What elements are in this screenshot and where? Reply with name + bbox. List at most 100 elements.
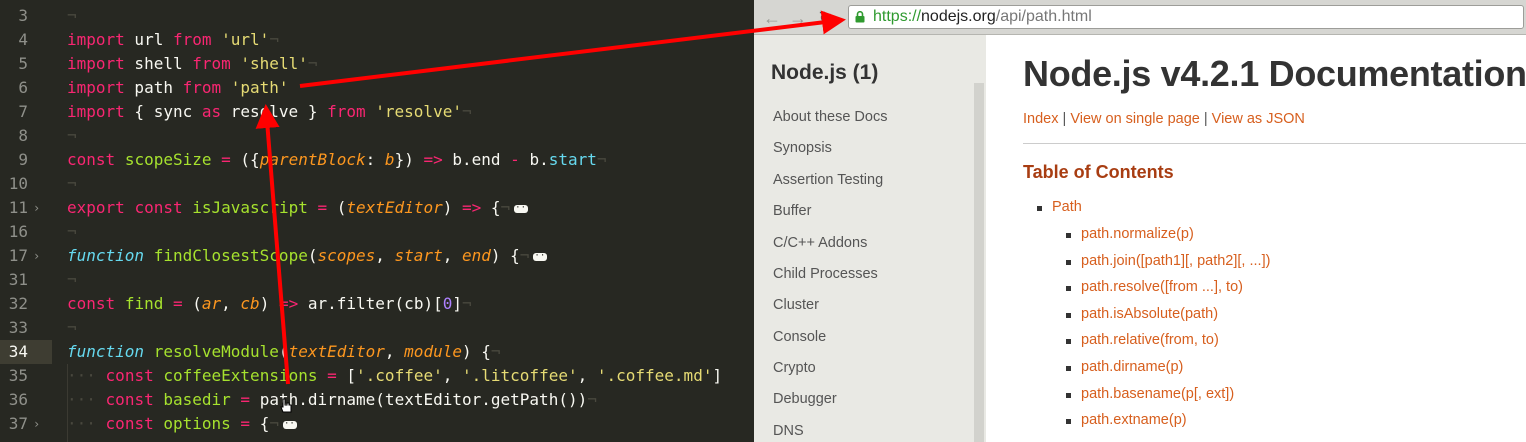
token: b.: [519, 150, 549, 169]
token: ({: [240, 150, 260, 169]
code-line[interactable]: 37 › ··· const options = {¬: [0, 412, 754, 436]
token: findClosestScope: [153, 246, 308, 265]
token: }): [394, 150, 424, 169]
docs-content: Node.js v4.2.1 Documentation Index | Vie…: [986, 35, 1526, 442]
token: =: [230, 390, 260, 409]
sidebar-item-cluster[interactable]: Cluster: [773, 297, 819, 313]
divider: [1023, 143, 1526, 144]
line-number: 7: [18, 102, 28, 121]
code-line[interactable]: 6 import path from 'path': [0, 76, 754, 100]
line-number: 34: [0, 340, 52, 364]
code-line[interactable]: 35 ··· const coffeeExtensions = ['.coffe…: [0, 364, 754, 388]
eol-marker: ¬: [461, 102, 472, 121]
token: -: [510, 150, 520, 169]
code-line[interactable]: 31 ¬: [0, 268, 754, 292]
token: textEditor: [346, 198, 443, 217]
code-line[interactable]: 9 const scopeSize = ({parentBlock: b}) =…: [0, 148, 754, 172]
toc-item[interactable]: path.isAbsolute(path): [1081, 306, 1218, 322]
token: start: [548, 150, 597, 169]
token: cb: [240, 294, 260, 313]
code-line[interactable]: 17 › function findClosestScope(scopes, s…: [0, 244, 754, 268]
code-line[interactable]: 10 ¬: [0, 172, 754, 196]
token: '.coffee': [356, 366, 443, 385]
token: ar.filter(cb)[: [298, 294, 443, 313]
token: const: [105, 390, 154, 409]
toc-item[interactable]: path.basename(p[, ext]): [1081, 386, 1234, 402]
token: ,: [577, 366, 597, 385]
single-page-link[interactable]: View on single page: [1070, 111, 1200, 127]
token: url: [124, 30, 173, 49]
token: import: [67, 78, 125, 97]
token: =>: [423, 150, 443, 169]
toc-item[interactable]: path.extname(p): [1081, 412, 1187, 428]
code-line[interactable]: 4 import url from 'url'¬: [0, 28, 754, 52]
code-line[interactable]: 3 ¬: [0, 4, 754, 28]
sidebar-item-console[interactable]: Console: [773, 329, 826, 345]
token: ): [442, 198, 462, 217]
index-link[interactable]: Index: [1023, 111, 1058, 127]
token: =: [307, 198, 337, 217]
sidebar-item-crypto[interactable]: Crypto: [773, 360, 816, 376]
token: find: [124, 294, 164, 313]
toc-item[interactable]: path.relative(from, to): [1081, 332, 1219, 348]
url-text[interactable]: https://nodejs.org/api/path.html: [873, 6, 1092, 28]
json-link[interactable]: View as JSON: [1212, 111, 1305, 127]
docs-sidebar: Node.js (1) About these Docs Synopsis As…: [754, 35, 986, 442]
token: 'shell': [240, 54, 308, 73]
token: 'resolve': [375, 102, 462, 121]
sidebar-item-addons[interactable]: C/C++ Addons: [773, 235, 867, 251]
sidebar-scrollbar[interactable]: [974, 83, 984, 442]
code-line[interactable]: 8 ¬: [0, 124, 754, 148]
address-bar[interactable]: https://nodejs.org/api/path.html: [848, 5, 1524, 29]
code-line[interactable]: 11 › export const isJavascript = (textEd…: [0, 196, 754, 220]
sidebar-item-buffer[interactable]: Buffer: [773, 203, 811, 219]
code-line[interactable]: 5 import shell from 'shell'¬: [0, 52, 754, 76]
sidebar-item-dns[interactable]: DNS: [773, 423, 804, 439]
sidebar-item-child-processes[interactable]: Child Processes: [773, 266, 878, 282]
code-line[interactable]: 33 ¬: [0, 316, 754, 340]
fold-chevron-icon[interactable]: ›: [33, 196, 40, 220]
token: '.coffee.md': [596, 366, 713, 385]
reload-icon[interactable]: ↻: [816, 8, 836, 28]
eol-marker: ¬: [269, 30, 279, 49]
line-number: 9: [18, 150, 28, 169]
token: ]: [712, 366, 723, 385]
sidebar-item-assertion-testing[interactable]: Assertion Testing: [773, 172, 883, 188]
fold-chevron-icon[interactable]: ›: [33, 244, 40, 268]
sidebar-item-synopsis[interactable]: Synopsis: [773, 140, 832, 156]
fold-chevron-icon[interactable]: ›: [33, 412, 40, 436]
token: (: [336, 198, 347, 217]
folded-code-icon[interactable]: [514, 196, 531, 220]
token: import: [67, 54, 125, 73]
toc-item[interactable]: path.normalize(p): [1081, 226, 1194, 242]
sidebar-item-about[interactable]: About these Docs: [773, 109, 887, 125]
code-line[interactable]: 36 ··· const basedir = path.dirname(text…: [0, 388, 754, 412]
folded-code-icon[interactable]: [282, 412, 300, 436]
toc-item[interactable]: path.resolve([from ...], to): [1081, 279, 1243, 295]
folded-code-icon[interactable]: [533, 244, 551, 268]
eol-marker: ¬: [67, 318, 77, 337]
token: ) {: [490, 246, 520, 265]
token: resolveModule: [153, 342, 279, 361]
token: ,: [221, 294, 241, 313]
indent-dots: ···: [67, 390, 96, 409]
line-number: 10: [8, 174, 28, 193]
toc-item[interactable]: path.join([path1][, path2][, ...]): [1081, 253, 1270, 269]
code-line-current[interactable]: 34 function resolveModule(textEditor, mo…: [0, 340, 754, 364]
forward-arrow-icon[interactable]: →: [788, 8, 808, 28]
code-line[interactable]: 32 const find = (ar, cb) => ar.filter(cb…: [0, 292, 754, 316]
line-number: 36: [8, 390, 28, 409]
code-editor[interactable]: 3 ¬ 4 import url from 'url'¬ 5 import sh…: [0, 0, 754, 442]
token: ,: [384, 342, 405, 361]
token: from: [327, 102, 366, 121]
toc-item[interactable]: path.dirname(p): [1081, 359, 1183, 375]
code-line[interactable]: 16 ¬: [0, 220, 754, 244]
indent-dots: ···: [67, 414, 96, 433]
toc-item-path[interactable]: Path: [1052, 199, 1082, 215]
back-arrow-icon[interactable]: ←: [762, 8, 782, 28]
code-line[interactable]: 7 import { sync as resolve } from 'resol…: [0, 100, 754, 124]
sidebar-item-debugger[interactable]: Debugger: [773, 391, 837, 407]
token: const: [67, 150, 116, 169]
bullet-icon: [1066, 419, 1071, 424]
token: resolve }: [221, 102, 328, 121]
